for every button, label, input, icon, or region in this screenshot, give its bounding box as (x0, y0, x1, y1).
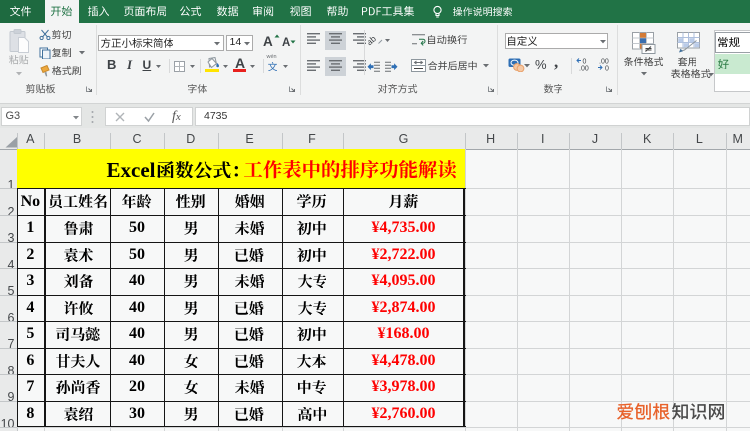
svg-text:.00: .00 (579, 66, 589, 72)
svg-text:ab: ab (368, 33, 378, 46)
svg-text:0: 0 (583, 59, 587, 66)
svg-text:0: 0 (605, 66, 609, 72)
svg-text:.00: .00 (599, 59, 609, 66)
